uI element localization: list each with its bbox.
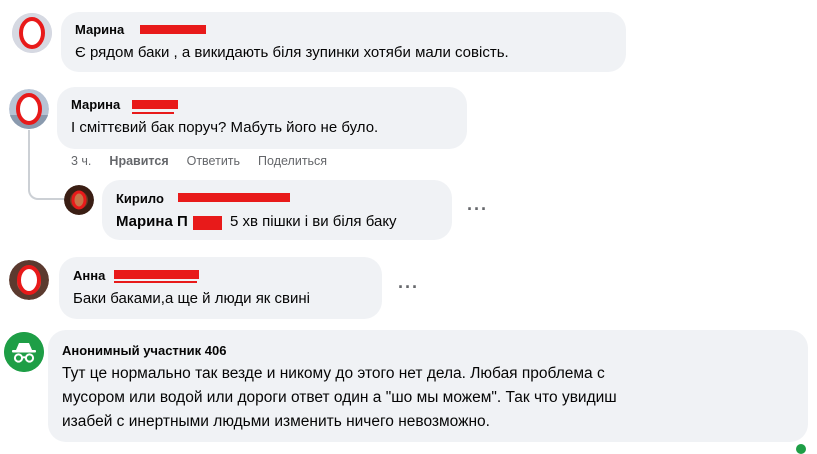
comment-text: Баки баками,а ще й люди як свині: [73, 290, 311, 307]
incognito-icon: [4, 332, 44, 372]
comment-text-line: Тут це нормально так везде и никому до э…: [62, 365, 605, 382]
comment-actions: 3 ч. Нравится Ответить Поделиться: [71, 154, 345, 168]
comment-author[interactable]: Марина: [71, 97, 120, 112]
more-options-button[interactable]: ···: [467, 199, 488, 220]
avatar-image: [64, 185, 94, 215]
comment-text: І сміттєвий бак поруч? Мабуть його не бу…: [71, 119, 379, 136]
reply-mention[interactable]: Марина П: [116, 213, 188, 230]
redacted-name: [140, 25, 206, 34]
avatar[interactable]: [9, 260, 49, 300]
reply-author[interactable]: Кирило: [116, 191, 164, 206]
reply-button[interactable]: Ответить: [187, 154, 240, 168]
reaction-indicator: [796, 444, 806, 454]
redacted-name: [132, 112, 174, 114]
comment-bubble: [61, 12, 626, 72]
redacted-name: [193, 216, 222, 230]
avatar[interactable]: [64, 185, 94, 215]
comment-text-line: изабей с инертными людьми изменить ничег…: [62, 413, 490, 430]
avatar[interactable]: [4, 332, 44, 372]
like-button[interactable]: Нравится: [109, 154, 168, 168]
comment-author[interactable]: Анонимный участник 406: [62, 343, 226, 358]
reply-text: 5 хв пішки і ви біля баку: [230, 213, 397, 230]
reply-bubble: [102, 180, 452, 240]
avatar-image: [9, 260, 49, 300]
avatar-image: [12, 13, 52, 53]
comment-time[interactable]: 3 ч.: [71, 154, 91, 168]
comment-bubble: [59, 257, 382, 319]
redacted-name: [114, 281, 197, 283]
share-button[interactable]: Поделиться: [258, 154, 327, 168]
comment-text-line: мусором или водой или дороги ответ один …: [62, 389, 617, 406]
avatar[interactable]: [9, 89, 49, 129]
redacted-name: [132, 100, 178, 109]
redacted-name: [114, 270, 199, 279]
comment-author[interactable]: Анна: [73, 268, 105, 283]
comment-author[interactable]: Марина: [75, 22, 124, 37]
more-options-button[interactable]: ···: [398, 277, 419, 298]
avatar-image: [9, 89, 49, 129]
redacted-name: [178, 193, 290, 202]
comment-text: Є рядом баки , а викидають біля зупинки …: [75, 44, 509, 61]
avatar[interactable]: [12, 13, 52, 53]
